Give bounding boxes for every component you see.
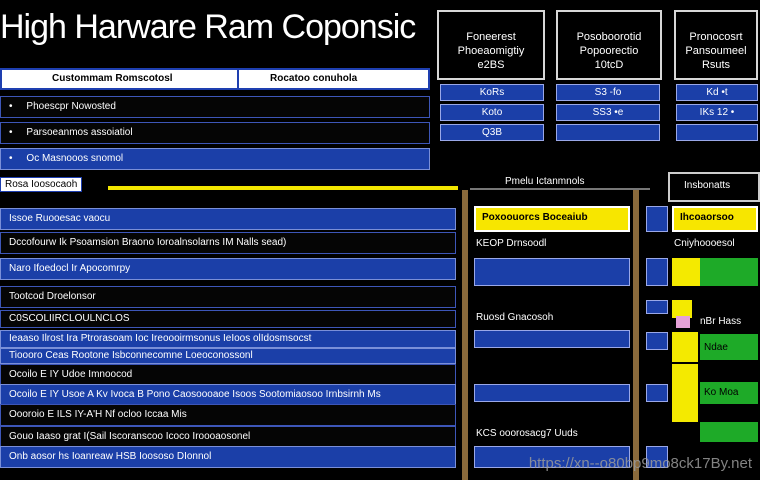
right-header-label: Insbonatts — [684, 180, 731, 191]
value-cell — [474, 258, 630, 286]
stat-card[interactable]: Pronocosrt Pansoumeel Rsuts — [674, 10, 758, 80]
card-subtitle: Rsuts — [701, 59, 731, 71]
table-row[interactable]: Gouo Iaaso grat I(Sail Iscoranscoo Icoco… — [0, 426, 456, 448]
value-cell — [646, 206, 668, 232]
mid-label: KCS ooorosacg7 Uuds — [476, 428, 578, 439]
card-cell: S3 -fo — [556, 84, 660, 101]
table-row[interactable]: C0SCOLIIRCLOULNCLOS — [0, 310, 456, 328]
mid-label: Ruosd Gnacosoh — [476, 312, 554, 323]
card-cell — [676, 124, 758, 141]
card-title: Pronocosrt Pansoumeel — [685, 31, 747, 57]
watermark-text: https://xn--o80bp9mo8ck17By.net — [528, 455, 752, 472]
right-header-box: Insbonatts — [668, 172, 760, 202]
card-cell: KoRs — [440, 84, 544, 101]
bullet-icon: • — [9, 153, 13, 164]
list-item[interactable]: • Phoescpr Nowosted — [0, 96, 430, 118]
card-cell: IKs 12 • — [676, 104, 758, 121]
status-block: Ndae — [700, 334, 758, 360]
value-cell — [646, 258, 668, 286]
status-block — [700, 422, 758, 442]
status-block — [672, 258, 700, 286]
bullet-icon: • — [9, 127, 13, 138]
list-item-label: Parsoeanmos assoiatiol — [26, 127, 133, 138]
status-block — [700, 258, 758, 286]
card-subtitle: 10tcD — [594, 59, 624, 71]
list-item-label: Phoescpr Nowosted — [26, 101, 116, 112]
table-row[interactable]: Tioooro Ceas Rootone Isbconnecomne Loeoc… — [0, 348, 456, 364]
column-divider — [633, 190, 639, 480]
card-cell: Kd •t — [676, 84, 758, 101]
table-row[interactable]: Onb aosor hs Ioanreaw HSB Ioososo DIonno… — [0, 446, 456, 468]
mid-label: KEOP Drnsoodl — [476, 238, 547, 249]
divider-rule — [470, 188, 650, 190]
table-row[interactable]: Naro Ifoedocl Ir Apocomrpy — [0, 258, 456, 280]
value-cell — [646, 384, 668, 402]
card-title: Posoboorotid Popoorectio — [576, 31, 642, 57]
value-cell — [474, 384, 630, 402]
card-title: Foneerest Phoeaomigtiy — [457, 31, 525, 57]
table-row[interactable]: Ieaaso Ilrost Ira Ptrorasoam Ioc Ireoooi… — [0, 330, 456, 348]
table-row[interactable]: Dccofourw Ik Psoamsion Braono Ioroalnsol… — [0, 232, 456, 254]
right-label: nBr Hass — [700, 316, 742, 327]
bullet-icon: • — [9, 101, 13, 112]
divider-rule — [108, 186, 458, 190]
right-label: Cniyhoooesol — [674, 238, 735, 249]
value-cell — [646, 300, 668, 314]
card-subtitle: e2BS — [477, 59, 505, 71]
header-divider — [237, 70, 239, 88]
value-cell — [646, 332, 668, 350]
column-divider — [462, 190, 468, 480]
stat-card[interactable]: Posoboorotid Popoorectio 10tcD — [556, 10, 662, 80]
status-block — [672, 364, 698, 422]
highlight-box: Poxoouorcs Boceaiub — [474, 206, 630, 232]
page-title: High Harware Ram Coponsic — [0, 8, 416, 46]
list-item[interactable]: • Oc Masnooos snomol — [0, 148, 430, 170]
card-cell — [556, 124, 660, 141]
table-row[interactable]: Tootcod Droelonsor — [0, 286, 456, 308]
table-row[interactable]: Issoe Ruooesac vaocu — [0, 208, 456, 230]
status-block — [676, 316, 690, 328]
card-cell: Q3B — [440, 124, 544, 141]
table-row[interactable]: Ocoilo E IY Usoe A Kv Ivoca B Pono Caoso… — [0, 384, 456, 406]
header-col-1: Custommam Romscotosl — [52, 73, 173, 84]
stat-card[interactable]: Foneerest Phoeaomigtiy e2BS — [437, 10, 545, 80]
table-row[interactable]: Ocoilo E IY Udoe Imnoocod — [0, 364, 456, 386]
list-item[interactable]: • Parsoeanmos assoiatiol — [0, 122, 430, 144]
card-cell: Koto — [440, 104, 544, 121]
value-cell — [474, 330, 630, 348]
table-header: Custommam Romscotosl Rocatoo conuhola — [0, 68, 430, 90]
header-col-2: Rocatoo conuhola — [270, 73, 358, 84]
highlight-box: Ihcoaorsoo — [672, 206, 758, 232]
section-label: Rosa Ioosocaoh — [0, 177, 83, 192]
section-label-mid: Pmelu Ictanmnols — [505, 176, 585, 187]
status-block: Ko Moa — [700, 382, 758, 404]
card-cell: SS3 •e — [556, 104, 660, 121]
table-row[interactable]: Oooroio E ILS IY-A'H Nf ocloo Iccaa Mis — [0, 404, 456, 426]
list-item-label: Oc Masnooos snomol — [26, 153, 124, 164]
status-block — [672, 332, 698, 362]
